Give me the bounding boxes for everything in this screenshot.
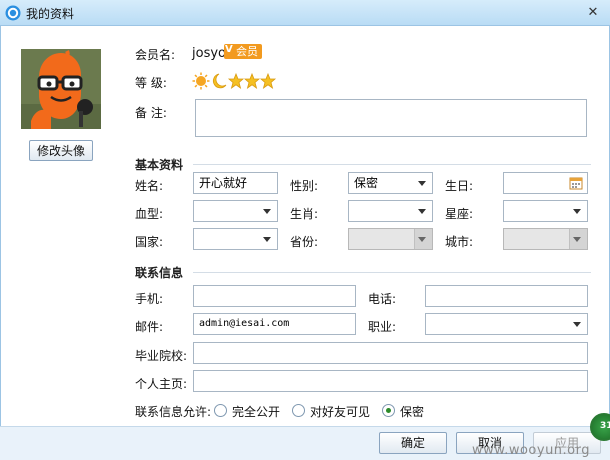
section-divider — [193, 164, 591, 165]
chevron-down-icon — [263, 209, 271, 214]
visibility-label: 联系信息允许: — [135, 405, 212, 419]
city-select — [503, 228, 588, 250]
star-icon — [243, 72, 261, 89]
gender-label: 性别: — [290, 179, 319, 193]
constellation-label: 星座: — [445, 207, 474, 221]
floating-badge-count: 31 — [600, 421, 610, 431]
zodiac-select[interactable] — [348, 200, 433, 222]
visibility-private-radio[interactable] — [382, 404, 395, 417]
member-badge-label: 会员 — [236, 45, 258, 58]
sun-icon — [192, 72, 210, 90]
visibility-friends-label[interactable]: 对好友可见 — [310, 403, 370, 420]
section-divider — [193, 272, 591, 273]
city-label: 城市: — [445, 235, 474, 249]
star-icon — [227, 72, 245, 89]
email-label: 邮件: — [135, 320, 164, 334]
member-badge: V 会员 — [224, 44, 262, 59]
dialog-footer: 确定 取消 应用 31 www.wooyun.org — [0, 413, 610, 460]
homepage-input[interactable] — [193, 370, 588, 392]
country-label: 国家: — [135, 235, 164, 249]
province-select — [348, 228, 433, 250]
chevron-down-icon — [573, 237, 581, 242]
gender-value: 保密 — [354, 176, 379, 190]
title-bar: 我的资料 ✕ — [0, 0, 610, 26]
member-name-value: josyo — [192, 46, 226, 61]
name-input[interactable]: 开心就好 — [193, 172, 278, 194]
visibility-friends-radio[interactable] — [292, 404, 305, 417]
chevron-down-icon — [573, 209, 581, 214]
birthday-label: 生日: — [445, 179, 474, 193]
visibility-public-radio[interactable] — [214, 404, 227, 417]
blood-type-label: 血型: — [135, 207, 164, 221]
chevron-down-icon — [418, 181, 426, 186]
mobile-label: 手机: — [135, 292, 164, 306]
close-icon[interactable]: ✕ — [584, 4, 602, 22]
star-icon — [259, 72, 277, 89]
constellation-select[interactable] — [503, 200, 588, 222]
mobile-input[interactable] — [193, 285, 356, 307]
zodiac-label: 生肖: — [290, 207, 319, 221]
job-select[interactable] — [425, 313, 588, 335]
vip-mark-icon: V — [225, 44, 233, 55]
level-label: 等 级: — [135, 76, 167, 90]
chevron-down-icon — [263, 237, 271, 242]
gender-select[interactable]: 保密 — [348, 172, 433, 194]
blood-type-select[interactable] — [193, 200, 278, 222]
ok-button[interactable]: 确定 — [379, 432, 447, 454]
app-logo-icon — [5, 5, 21, 21]
level-indicator — [192, 72, 277, 90]
school-input[interactable] — [193, 342, 588, 364]
province-label: 省份: — [290, 235, 319, 249]
calendar-icon[interactable] — [569, 176, 583, 190]
contact-info-heading: 联系信息 — [135, 266, 184, 280]
window-title: 我的资料 — [26, 7, 75, 21]
dialog-content: 修改头像 会员名: josyo V 会员 等 级: 备 注: 基本资料 姓名: … — [0, 26, 610, 426]
visibility-private-label[interactable]: 保密 — [400, 403, 424, 420]
chevron-down-icon — [418, 237, 426, 242]
phone-input[interactable] — [425, 285, 588, 307]
email-input[interactable]: admin@iesai.com — [193, 313, 356, 335]
visibility-public-label[interactable]: 完全公开 — [232, 403, 280, 420]
floating-badge[interactable]: 31 — [590, 413, 610, 441]
school-label: 毕业院校: — [135, 349, 188, 363]
moon-icon — [212, 73, 227, 89]
remark-textarea[interactable] — [195, 99, 587, 137]
edit-avatar-button[interactable]: 修改头像 — [29, 140, 93, 161]
chevron-down-icon — [418, 209, 426, 214]
remark-label: 备 注: — [135, 106, 167, 120]
job-label: 职业: — [368, 320, 397, 334]
basic-info-heading: 基本资料 — [135, 158, 184, 172]
country-select[interactable] — [193, 228, 278, 250]
chevron-down-icon — [573, 322, 581, 327]
birthday-input[interactable] — [503, 172, 588, 194]
name-label: 姓名: — [135, 179, 164, 193]
member-name-label: 会员名: — [135, 48, 176, 62]
avatar — [21, 49, 101, 129]
phone-label: 电话: — [368, 292, 397, 306]
watermark-text: www.wooyun.org — [472, 443, 591, 458]
homepage-label: 个人主页: — [135, 377, 188, 391]
